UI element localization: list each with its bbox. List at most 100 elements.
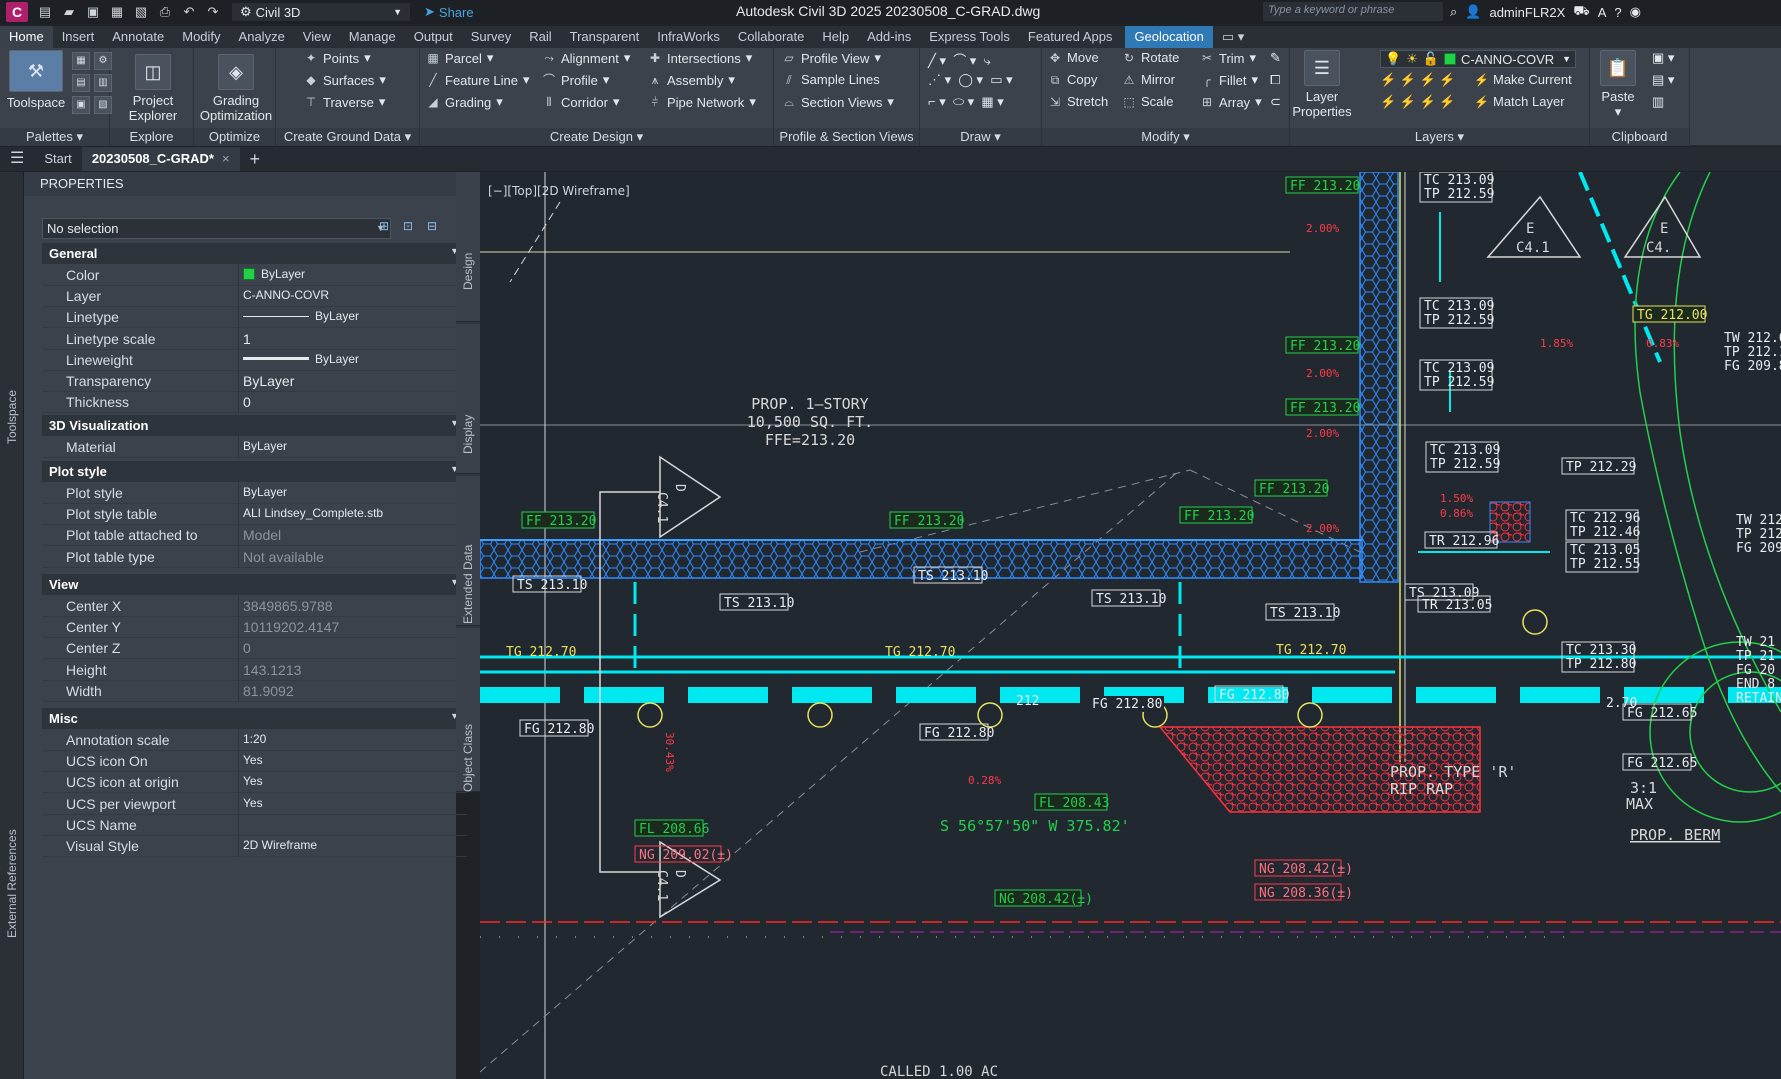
property-value[interactable]: Yes xyxy=(243,774,463,788)
property-value[interactable]: 2D Wireframe xyxy=(243,838,463,852)
property-value[interactable]: ByLayer xyxy=(243,309,463,323)
property-value[interactable]: ByLayer xyxy=(243,485,463,499)
external-references-side-tab[interactable]: External References xyxy=(5,829,19,938)
select-objects-icon[interactable]: ⊡ xyxy=(398,219,418,237)
property-row[interactable]: Plot table attached to Model xyxy=(42,524,467,547)
property-row[interactable]: Plot style ByLayer xyxy=(42,482,467,504)
tab-start[interactable]: Start xyxy=(34,147,81,171)
selection-dropdown[interactable]: No selection ▼ xyxy=(42,218,391,239)
property-value[interactable]: C-ANNO-COVR xyxy=(243,288,463,302)
new-tab-button[interactable]: + xyxy=(240,147,271,171)
tab-annotate[interactable]: Annotate xyxy=(103,26,173,48)
tab-infraworks[interactable]: InfraWorks xyxy=(648,26,729,48)
property-value[interactable]: Not available xyxy=(243,549,463,565)
autodesk-icon[interactable]: A xyxy=(1598,5,1607,20)
layer-tools-row-1[interactable]: ⚡ ⚡ ⚡ ⚡ xyxy=(1380,72,1456,88)
fillet-button[interactable]: ╭ Fillet ▾ xyxy=(1200,72,1258,88)
sample-lines-button[interactable]: ⫽ Sample Lines xyxy=(782,72,879,87)
property-value[interactable]: Model xyxy=(243,527,463,543)
move-button[interactable]: ✥ Move xyxy=(1048,50,1099,65)
tab-rail[interactable]: Rail xyxy=(520,26,560,48)
hamburger-menu-icon[interactable]: ☰ xyxy=(0,147,34,171)
surfaces-button[interactable]: ◆ Surfaces ▾ xyxy=(304,72,385,88)
offset-icon[interactable]: ⊂ xyxy=(1270,94,1281,110)
project-explorer-button[interactable]: ◫ Project Explorer xyxy=(118,54,188,123)
stretch-button[interactable]: ⇲ Stretch xyxy=(1048,94,1108,109)
property-row[interactable]: UCS Name xyxy=(42,813,467,836)
display-side-tab[interactable]: Display xyxy=(456,324,480,474)
property-value[interactable]: 0 xyxy=(243,640,463,656)
section-misc[interactable]: Misc ▼ xyxy=(42,708,467,729)
modify-title[interactable]: Modify ▾ xyxy=(1042,128,1289,146)
section-views-button[interactable]: ⌓ Section Views ▾ xyxy=(782,94,894,110)
tab-analyze[interactable]: Analyze xyxy=(230,26,294,48)
tab-view[interactable]: View xyxy=(294,26,340,48)
tab-geolocation[interactable]: Geolocation xyxy=(1125,26,1213,48)
cut-icon[interactable]: ▤ ▾ xyxy=(1652,72,1674,88)
match-layer-button[interactable]: ⚡ Match Layer xyxy=(1474,94,1565,109)
tab-output[interactable]: Output xyxy=(405,26,462,48)
drawing-svg[interactable]: D C4.1 D C4.1 E C4.1 E C4. PROP. 1–STORY… xyxy=(480,172,1781,1079)
tab-add-ins[interactable]: Add-ins xyxy=(858,26,920,48)
palette-icon-3[interactable]: ▤ xyxy=(72,74,90,92)
tab-help[interactable]: Help xyxy=(813,26,858,48)
create-design-title[interactable]: Create Design ▾ xyxy=(420,128,773,146)
profile-button[interactable]: ⌒ Profile ▾ xyxy=(542,72,609,88)
property-row[interactable]: Lineweight ByLayer xyxy=(42,348,467,371)
palettes-title[interactable]: Palettes ▾ xyxy=(0,128,109,146)
publish-icon[interactable]: ▧ xyxy=(130,3,152,21)
parcel-button[interactable]: ▦ Parcel ▾ xyxy=(426,50,493,66)
design-side-tab[interactable]: Design xyxy=(456,172,480,322)
property-row[interactable]: Visual Style 2D Wireframe xyxy=(42,835,467,857)
property-row[interactable]: Center X 3849865.9788 xyxy=(42,595,467,617)
property-value[interactable]: 143.1213 xyxy=(243,662,463,678)
property-row[interactable]: UCS icon at origin Yes xyxy=(42,771,467,794)
section-view[interactable]: View ▼ xyxy=(42,574,467,595)
palette-icon-5[interactable]: ▣ xyxy=(72,96,90,114)
layer-dropdown[interactable]: 💡 ☀ 🔓 C-ANNO-COVR ▼ xyxy=(1380,50,1576,68)
property-row[interactable]: Width 81.9092 xyxy=(42,679,467,702)
assembly-button[interactable]: ⩚ Assembly ▾ xyxy=(648,72,735,88)
property-row[interactable]: Height 143.1213 xyxy=(42,658,467,681)
share-button[interactable]: ➤ Share xyxy=(424,4,474,20)
pipe-network-button[interactable]: ⫩ Pipe Network ▾ xyxy=(648,94,756,110)
open-folder-icon[interactable]: ▰ xyxy=(58,3,80,21)
save-icon[interactable]: ▣ xyxy=(82,3,104,21)
copy-clip-icon[interactable]: ▣ ▾ xyxy=(1652,50,1674,66)
property-row[interactable]: UCS per viewport Yes xyxy=(42,792,467,815)
property-value[interactable]: ByLayer xyxy=(243,267,463,281)
toolspace-side-tab[interactable]: Toolspace xyxy=(5,390,19,444)
trim-button[interactable]: ✂ Trim ▾ xyxy=(1200,50,1256,66)
section-3d-visualization[interactable]: 3D Visualization ▼ xyxy=(42,415,467,436)
properties-header[interactable]: PROPERTIES xyxy=(24,172,456,196)
tab-transparent[interactable]: Transparent xyxy=(561,26,649,48)
rotate-button[interactable]: ↻ Rotate xyxy=(1122,50,1179,65)
scale-button[interactable]: ⬚ Scale xyxy=(1122,94,1173,109)
property-row[interactable]: Layer C-ANNO-COVR xyxy=(42,285,467,308)
tab-featured-apps[interactable]: Featured Apps xyxy=(1019,26,1122,48)
line-tool-icon[interactable]: ╱ ▾ ⌒ ▾ ⤷ xyxy=(928,50,991,69)
palette-icon-1[interactable]: ▦ xyxy=(72,52,90,70)
search-icon[interactable]: ⌕ xyxy=(1450,4,1457,20)
feature-line-button[interactable]: ╱ Feature Line ▾ xyxy=(426,72,529,88)
user-name[interactable]: adminFLR2X xyxy=(1489,5,1565,20)
traverse-button[interactable]: ⊤ Traverse ▾ xyxy=(304,94,386,110)
array-button[interactable]: ⊞ Array ▾ xyxy=(1200,94,1262,110)
tab-modify[interactable]: Modify xyxy=(173,26,229,48)
hatch-tool-icon[interactable]: ⌐ ▾ ⬭ ▾ ▦ ▾ xyxy=(928,94,1004,110)
plot-icon[interactable]: ⎙ xyxy=(154,3,176,21)
property-row[interactable]: Plot table type Not available xyxy=(42,545,467,568)
search-input[interactable]: Type a keyword or phrase xyxy=(1263,2,1443,21)
property-value[interactable]: 3849865.9788 xyxy=(243,598,463,614)
tab-express-tools[interactable]: Express Tools xyxy=(920,26,1019,48)
property-row[interactable]: Center Z 0 xyxy=(42,637,467,660)
property-value[interactable]: 10119202.4147 xyxy=(243,619,463,635)
property-row[interactable]: Color ByLayer xyxy=(42,264,467,286)
toggle-pickadd-icon[interactable]: ⊞ xyxy=(374,219,394,237)
make-current-button[interactable]: ⚡ Make Current xyxy=(1474,72,1572,87)
tab-insert[interactable]: Insert xyxy=(53,26,104,48)
profile-view-button[interactable]: ▱ Profile View ▾ xyxy=(782,50,881,66)
match-props-icon[interactable]: ▥ xyxy=(1652,94,1664,110)
property-row[interactable]: Center Y 10119202.4147 xyxy=(42,616,467,639)
layers-title[interactable]: Layers ▾ xyxy=(1290,128,1589,146)
